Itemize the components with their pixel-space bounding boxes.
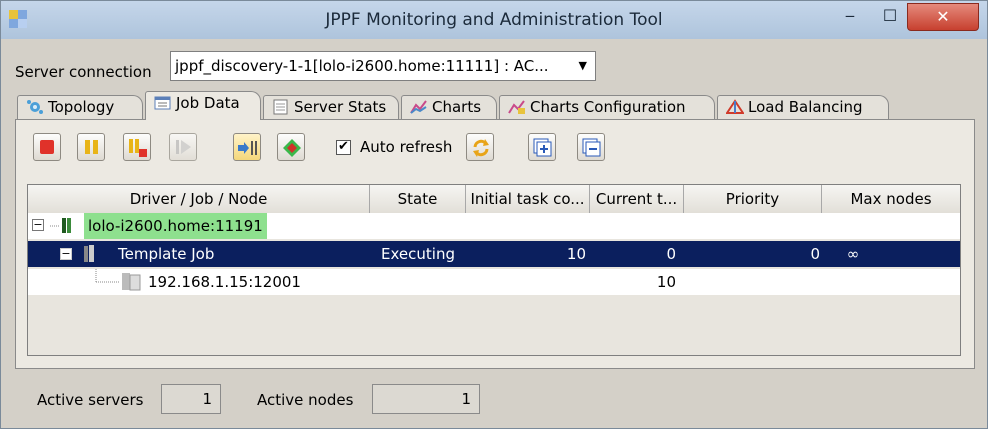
load-balancing-icon [726, 99, 744, 114]
driver-name: lolo-i2600.home:11191 [84, 213, 267, 239]
expand-icon [533, 138, 552, 157]
job-icon [84, 245, 94, 262]
pause-stop-icon [129, 139, 147, 157]
suspend-requeue-button[interactable] [123, 133, 151, 161]
job-max-nodes: ∞ [846, 245, 860, 263]
charts-config-icon [508, 100, 525, 114]
node-icon [95, 269, 141, 291]
job-tree-table[interactable]: Driver / Job / Node State Initial task c… [27, 184, 961, 356]
collapse-node-icon[interactable]: − [32, 219, 44, 231]
priority-icon [283, 139, 301, 157]
tab-label: Charts [432, 98, 482, 116]
tab-label: Job Data [176, 94, 240, 112]
column-header-priority[interactable]: Priority [684, 185, 822, 213]
job-current-tasks: 0 [666, 245, 676, 263]
tab-load-balancing[interactable]: Load Balancing [717, 95, 889, 119]
tab-charts-configuration[interactable]: Charts Configuration [499, 95, 715, 119]
auto-refresh-checkbox[interactable]: ✔ [336, 140, 351, 155]
column-header-initial-tasks[interactable]: Initial task co... [466, 185, 590, 213]
expand-all-button[interactable] [528, 133, 556, 161]
tab-label: Topology [48, 98, 115, 116]
table-row[interactable]: 192.168.1.15:12001 10 [28, 269, 960, 295]
node-address: 192.168.1.15:12001 [148, 273, 301, 291]
topology-icon [27, 100, 43, 114]
column-header-driver[interactable]: Driver / Job / Node [28, 185, 370, 213]
chevron-down-icon: ▼ [578, 59, 587, 72]
main-window: JPPF Monitoring and Administration Tool … [0, 0, 988, 429]
update-priority-button[interactable] [277, 133, 305, 161]
table-row-selected[interactable]: − Template Job Executing 10 0 0 ∞ [28, 241, 960, 267]
active-servers-value: 1 [161, 384, 221, 414]
collapse-node-icon[interactable]: − [60, 248, 72, 260]
server-connection-value: jppf_discovery-1-1[lolo-i2600.home:11111… [175, 57, 549, 75]
maximize-button[interactable]: ☐ [873, 3, 907, 31]
active-servers-label: Active servers [37, 391, 144, 409]
server-stats-icon [273, 99, 288, 115]
job-initial-tasks: 10 [566, 245, 586, 263]
tab-charts[interactable]: Charts [401, 95, 497, 119]
job-name: Template Job [118, 245, 215, 263]
stop-icon [40, 140, 54, 154]
tab-topology[interactable]: Topology [17, 95, 143, 119]
close-button[interactable]: ✕ [907, 3, 979, 31]
column-header-state[interactable]: State [370, 185, 466, 213]
collapse-all-button[interactable] [577, 133, 605, 161]
cancel-job-button[interactable] [33, 133, 61, 161]
node-arrow-icon [238, 141, 257, 155]
column-header-max-nodes[interactable]: Max nodes [822, 185, 960, 213]
job-state: Executing [381, 245, 455, 263]
minimize-button[interactable]: ‒ [833, 3, 867, 31]
tab-server-stats[interactable]: Server Stats [263, 95, 399, 119]
table-header: Driver / Job / Node State Initial task c… [28, 185, 960, 214]
tab-label: Server Stats [294, 98, 387, 116]
active-nodes-value: 1 [372, 384, 480, 414]
title-bar[interactable]: JPPF Monitoring and Administration Tool … [1, 1, 987, 39]
refresh-icon [473, 139, 489, 157]
tab-label: Charts Configuration [530, 98, 686, 116]
node-current-tasks: 10 [656, 273, 676, 291]
collapse-icon [582, 138, 601, 157]
column-header-current-tasks[interactable]: Current t... [590, 185, 684, 213]
active-nodes-label: Active nodes [257, 391, 354, 409]
job-priority: 0 [810, 245, 820, 263]
tab-label: Load Balancing [748, 98, 863, 116]
driver-icon [50, 218, 71, 233]
server-connection-select[interactable]: jppf_discovery-1-1[lolo-i2600.home:11111… [170, 51, 596, 81]
pause-icon [85, 140, 98, 154]
suspend-job-button[interactable] [77, 133, 105, 161]
tab-job-data[interactable]: Job Data [145, 91, 261, 120]
update-max-nodes-button[interactable] [233, 133, 261, 161]
table-row[interactable]: − lolo-i2600.home:11191 [28, 213, 960, 239]
resume-job-button[interactable] [169, 133, 197, 161]
job-data-icon [154, 96, 171, 110]
server-connection-label: Server connection [15, 63, 152, 81]
auto-refresh-label: Auto refresh [360, 138, 453, 156]
play-icon [176, 140, 191, 154]
status-bar [1, 379, 987, 428]
charts-icon [410, 100, 427, 114]
refresh-button[interactable] [466, 133, 494, 161]
